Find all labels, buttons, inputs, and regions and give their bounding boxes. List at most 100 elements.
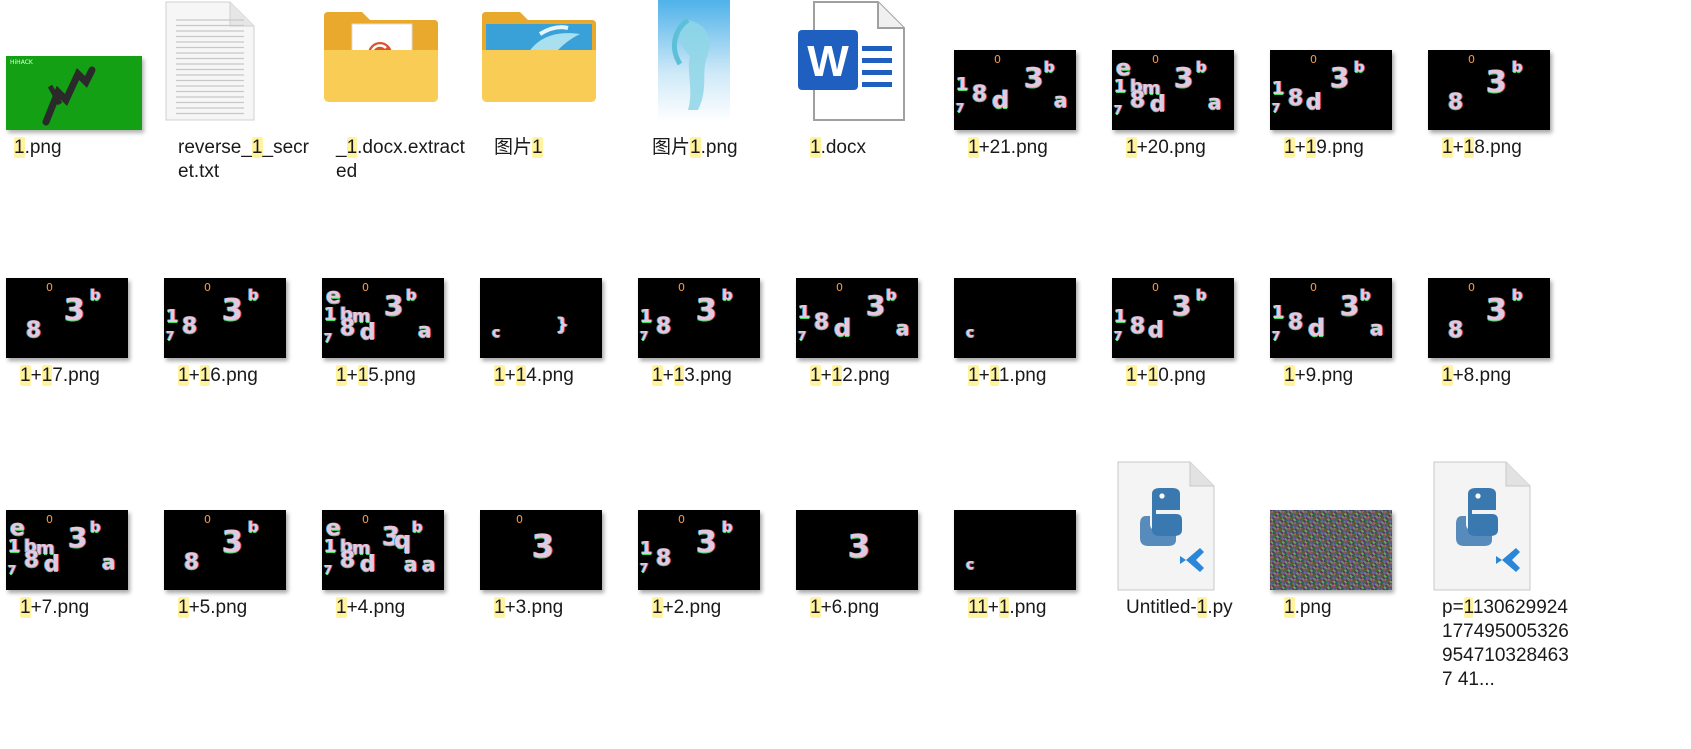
- thumbnail-glyph: a: [102, 550, 116, 574]
- image-thumbnail: 0 b 18d3a 7: [1270, 278, 1392, 358]
- file-item[interactable]: _1.docx.extracted: [316, 0, 474, 228]
- file-item[interactable]: 0 b 8 3 1+8.png: [1422, 228, 1580, 456]
- thumbnail-glyph: a: [418, 318, 432, 342]
- file-item[interactable]: e 0 b 1 b m 3 8 d a 7 1+15.png: [316, 228, 474, 456]
- file-item[interactable]: 0 b 1 8 d 3 a 7 1+9.png: [1264, 228, 1422, 456]
- file-name-text: +: [978, 365, 990, 386]
- file-icon: [322, 0, 468, 124]
- file-name-label: p=11306299241774950053269547103284637 41…: [1442, 596, 1574, 692]
- thumbnail-glyph: 8: [972, 82, 988, 107]
- image-thumbnail: e0b1bm38da7: [6, 510, 128, 590]
- file-name-text: .docx: [820, 137, 866, 158]
- file-item[interactable]: c} 1+14.png: [474, 228, 632, 456]
- search-highlight: 1: [1463, 137, 1475, 158]
- search-highlight: 1: [251, 137, 263, 158]
- search-highlight: 1: [178, 597, 189, 618]
- file-name-label: 1+5.png: [178, 596, 310, 620]
- file-item[interactable]: 图片1: [474, 0, 632, 228]
- thumbnail-glyph: 0: [678, 513, 685, 526]
- thumbnail-glyph: 3: [866, 289, 886, 322]
- file-name-text: 3.png: [684, 365, 732, 386]
- file-item[interactable]: W 1.docx: [790, 0, 948, 228]
- file-item[interactable]: p=11306299241774950053269547103284637 41…: [1422, 460, 1580, 690]
- file-item[interactable]: 3 1+6.png: [790, 460, 948, 688]
- file-name-text: +: [1452, 137, 1464, 158]
- search-highlight: 1: [336, 365, 347, 386]
- file-item[interactable]: e 0 b 1 b m 3 8 d a 7 1+7.png: [0, 460, 158, 688]
- search-highlight: 1: [336, 597, 347, 618]
- file-item[interactable]: 0 b 1 8 3 7 1+2.png: [632, 460, 790, 688]
- file-name-label: 图片1.png: [652, 136, 784, 160]
- thumbnail-glyph: a: [896, 316, 910, 340]
- image-thumbnail: e0b1bm38da7: [1112, 50, 1234, 130]
- thumbnail-glyph: 0: [204, 513, 211, 526]
- thumbnail-glyph: 1: [956, 74, 969, 95]
- file-item[interactable]: HiHACK 1.png: [0, 0, 158, 228]
- file-name-label: 1+14.png: [494, 364, 626, 388]
- search-highlight: 1: [178, 365, 189, 386]
- search-highlight: 1: [1147, 365, 1159, 386]
- file-item[interactable]: reverse_1_secret.txt: [158, 0, 316, 228]
- image-thumbnail: 0 b 18d3a 7: [954, 50, 1076, 130]
- file-name-text: 7.png: [52, 365, 100, 386]
- file-name-label: 1+11.png: [968, 364, 1100, 388]
- thumbnail-glyph: 8: [1288, 86, 1304, 111]
- thumbnail-glyph: 7: [1114, 103, 1123, 117]
- thumbnail-glyph: 0: [1310, 53, 1317, 66]
- file-name-text: .png: [1009, 597, 1047, 618]
- thumbnail-glyph: 3: [1330, 61, 1350, 94]
- file-item[interactable]: 0 b 8 3 1+5.png: [158, 460, 316, 688]
- thumbnail-glyph: 3: [1174, 61, 1194, 94]
- file-item[interactable]: c 1+11.png: [948, 228, 1106, 456]
- file-item[interactable]: e 0 b 1 b m 3 8 d a 7 1+20.png: [1106, 0, 1264, 228]
- thumbnail-glyph: d: [834, 314, 852, 342]
- image-thumbnail: c}: [480, 278, 602, 358]
- thumbnail-glyph: d: [1306, 90, 1322, 115]
- thumbnail-glyph: b: [722, 286, 733, 304]
- file-icon: 0 b 183 7: [638, 460, 784, 590]
- search-highlight: 1: [690, 137, 701, 158]
- thumbnail-glyph: 1: [166, 306, 179, 327]
- file-item[interactable]: 0 b 1 8 d 3 7 1+19.png: [1264, 0, 1422, 228]
- file-item[interactable]: 图片1.png: [632, 0, 790, 228]
- file-item[interactable]: 0 3 1+3.png: [474, 460, 632, 688]
- thumbnail-glyph: 3: [222, 525, 243, 560]
- thumbnail-glyph: 1: [324, 536, 337, 557]
- thumbnail-glyph: 7: [798, 329, 807, 343]
- file-name-text: +4.png: [346, 597, 406, 618]
- image-thumbnail: 0 b 18d3 7: [1270, 50, 1392, 130]
- thumbnail-glyph: 0: [1152, 281, 1159, 294]
- thumbnail-glyph: d: [360, 320, 376, 345]
- thumbnail-glyph: b: [886, 286, 897, 304]
- file-item[interactable]: Untitled-1.py: [1106, 460, 1264, 688]
- file-item[interactable]: 1.png: [1264, 460, 1422, 688]
- thumbnail-glyph: b: [248, 518, 259, 536]
- thumbnail-glyph: 7: [640, 561, 649, 575]
- thumbnail-glyph: 7: [324, 331, 333, 345]
- file-item[interactable]: 0 b 1 8 3 7 1+13.png: [632, 228, 790, 456]
- file-item[interactable]: c 11+1.png: [948, 460, 1106, 688]
- thumbnail-glyph: d: [1150, 92, 1166, 117]
- file-item[interactable]: 0 b 1 8 d 3 a 7 1+12.png: [790, 228, 948, 456]
- file-item[interactable]: 0 b 1 8 d 3 a 7 1+21.png: [948, 0, 1106, 228]
- thumbnail-glyph: b: [1360, 286, 1371, 304]
- file-name-text: 1.png: [998, 365, 1047, 386]
- file-item[interactable]: e 0 b 1 b m 3 q 8 d a a 7 1+4.png: [316, 460, 474, 688]
- search-highlight: 1: [20, 365, 31, 386]
- search-highlight: 1: [346, 137, 358, 158]
- thumbnail-glyph: 8: [340, 548, 356, 573]
- file-icon: 0 b 83: [1428, 228, 1574, 358]
- file-icon: [1428, 460, 1574, 591]
- file-icon: W: [796, 0, 942, 124]
- image-thumbnail: 0 b 183 7: [638, 278, 760, 358]
- file-item[interactable]: 0 b 8 3 1+18.png: [1422, 0, 1580, 228]
- file-item[interactable]: 0 b 8 3 1+17.png: [0, 228, 158, 456]
- thumbnail-glyph: d: [360, 552, 376, 577]
- file-name-text: p=: [1442, 597, 1464, 618]
- file-icon: 0 b 18d3 7: [1112, 228, 1258, 358]
- thumbnail-glyph: a: [1054, 88, 1068, 112]
- file-item[interactable]: 0 b 1 8 3 7 1+16.png: [158, 228, 316, 456]
- search-highlight: 1: [532, 137, 543, 158]
- file-item[interactable]: 0 b 1 8 d 3 7 1+10.png: [1106, 228, 1264, 456]
- thumbnail-glyph: 0: [46, 513, 53, 526]
